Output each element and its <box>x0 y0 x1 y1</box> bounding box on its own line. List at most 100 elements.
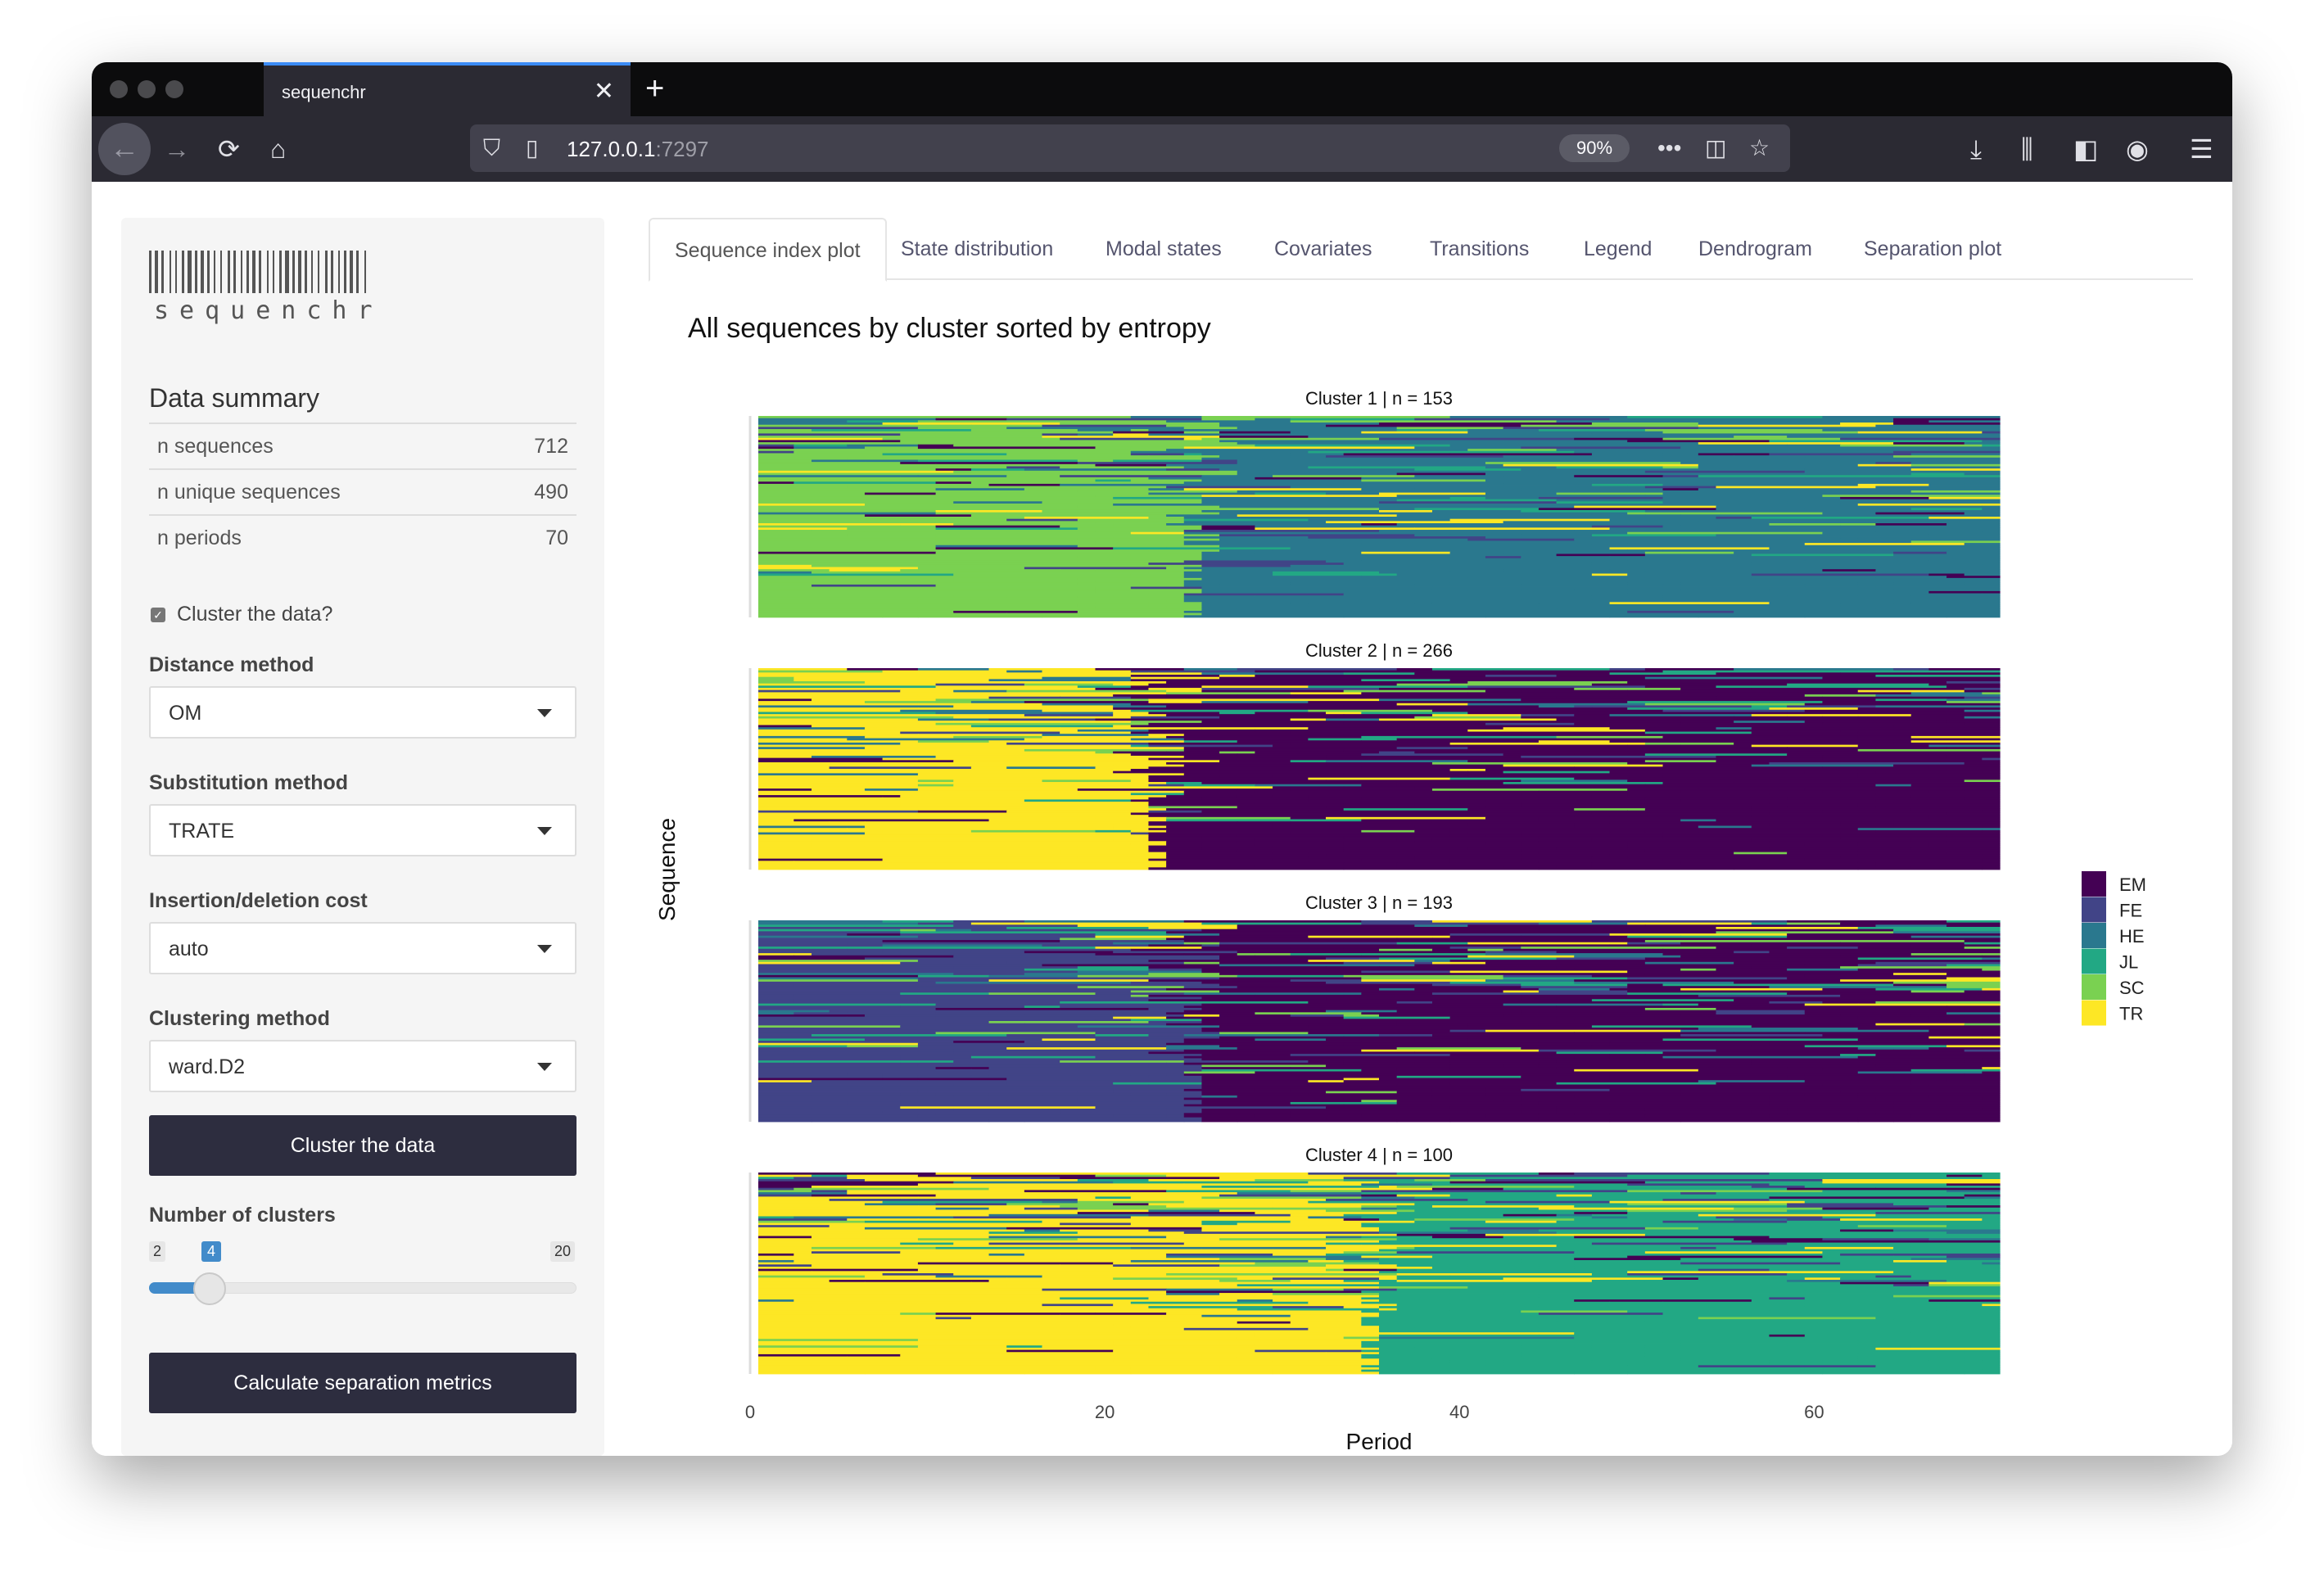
account-icon[interactable]: ◉ <box>2126 131 2149 167</box>
sequence-cell <box>1698 683 1788 686</box>
sequence-cell <box>1804 843 1859 846</box>
sequence-cell <box>1857 584 2001 587</box>
sequence-cell <box>1166 751 1220 754</box>
sequence-cell <box>1343 446 1415 450</box>
sequence-cell <box>758 849 866 852</box>
tab-state-distribution[interactable]: State distribution <box>876 218 1078 282</box>
sequence-cell <box>1343 689 1486 693</box>
clustering-method-select[interactable]: ward.D2 <box>149 1040 576 1092</box>
sequence-cell <box>1219 584 1415 587</box>
sequence-cell <box>1680 582 1859 585</box>
sequence-cell <box>1662 983 1788 987</box>
sequence-cell <box>935 981 1132 984</box>
sequence-cell <box>1361 819 1540 822</box>
url-bar[interactable]: ⛉ ▯ 127.0.0.1:7297 90% ••• ◫ ☆ <box>470 124 1790 172</box>
reload-icon[interactable]: ⟳ <box>218 131 240 167</box>
sequence-cell <box>758 731 901 734</box>
sequence-cell <box>988 1097 1078 1100</box>
sequence-cell <box>1556 1220 1664 1223</box>
tab-covariates[interactable]: Covariates <box>1250 218 1397 282</box>
sequence-cell <box>1042 692 1132 695</box>
sequence-cell <box>758 1327 812 1331</box>
new-tab-icon[interactable]: + <box>645 70 664 107</box>
tab-separation-plot[interactable]: Separation plot <box>1839 218 2026 282</box>
sequence-cell <box>1662 431 1859 434</box>
sequence-cell <box>1343 1273 1398 1277</box>
sequence-cell <box>829 740 919 743</box>
sequence-cell <box>1308 1113 1380 1116</box>
indel-cost-select[interactable]: auto <box>149 922 576 974</box>
distance-method-select[interactable]: OM <box>149 686 576 739</box>
sequence-cell <box>970 558 1132 561</box>
sequence-cell <box>1857 483 1929 486</box>
close-window-icon[interactable] <box>110 80 128 98</box>
minimize-window-icon[interactable] <box>138 80 156 98</box>
sequence-cell <box>1449 1323 1521 1326</box>
sequence-cell <box>864 589 901 592</box>
back-icon[interactable]: ← <box>98 123 151 175</box>
url-text[interactable]: 127.0.0.1:7297 <box>567 137 709 162</box>
sequence-cell <box>988 867 1150 870</box>
sequence-cell <box>1379 815 1575 818</box>
sequence-cell <box>1716 1021 1912 1024</box>
sequence-cell <box>1822 1360 1929 1364</box>
sequence-cell <box>1644 486 1717 489</box>
more-actions-icon[interactable]: ••• <box>1657 133 1681 164</box>
separation-metrics-button[interactable]: Calculate separation metrics <box>149 1353 576 1413</box>
sequence-cell <box>970 951 1025 954</box>
sequence-cell <box>1982 1280 2001 1283</box>
sequence-cell <box>1006 1082 1114 1085</box>
tab-legend[interactable]: Legend <box>1559 218 1676 282</box>
sequence-cell <box>1467 942 1628 945</box>
sequence-cell <box>1698 453 1770 456</box>
sequence-cell <box>1485 472 1664 476</box>
tab-sequence-index-plot[interactable]: Sequence index plot <box>649 218 887 282</box>
browser-tab[interactable]: sequenchr ✕ <box>264 62 631 116</box>
sequence-cell <box>1857 679 1929 682</box>
pocket-icon[interactable]: ◫ <box>1705 133 1726 164</box>
cluster-data-button[interactable]: Cluster the data <box>149 1115 576 1176</box>
sequence-cell <box>1095 1196 1132 1200</box>
sequence-cell <box>1255 499 1362 502</box>
close-tab-icon[interactable]: ✕ <box>594 77 614 106</box>
sequence-cell <box>1787 1323 1983 1326</box>
sequence-cell <box>1627 453 1699 456</box>
sequence-cell <box>811 1200 884 1204</box>
sequence-cell <box>1982 1097 2001 1100</box>
substitution-method-select[interactable]: TRATE <box>149 804 576 856</box>
sequence-cell <box>1201 996 1327 1000</box>
sequence-cell <box>1609 714 1752 717</box>
sequence-cell <box>953 1028 990 1031</box>
sequence-cell <box>1521 1097 1699 1100</box>
tab-dendrogram[interactable]: Dendrogram <box>1674 218 1837 282</box>
shield-icon[interactable]: ⛉ <box>483 133 500 164</box>
zoom-level[interactable]: 90% <box>1559 134 1630 162</box>
library-icon[interactable]: ⫼ <box>2021 131 2033 167</box>
cluster-checkbox-row[interactable]: ✓ Cluster the data? <box>151 603 332 626</box>
sequence-cell <box>1769 1258 1912 1261</box>
sequence-cell <box>758 1100 954 1103</box>
download-icon[interactable]: ⤓ <box>1970 131 1982 167</box>
sequence-cell <box>1148 847 1203 851</box>
forward-icon[interactable]: → <box>164 131 190 167</box>
maximize-window-icon[interactable] <box>165 80 183 98</box>
sequence-cell <box>1822 701 1947 704</box>
sequence-cell <box>1857 716 1965 719</box>
slider-handle[interactable] <box>193 1272 226 1305</box>
sequence-cell <box>953 1029 1114 1033</box>
home-icon[interactable]: ⌂ <box>270 131 286 167</box>
sidebar-icon[interactable]: ◧ <box>2073 131 2098 167</box>
sequence-cell <box>1910 1327 2001 1331</box>
sequence-cell <box>1893 668 1929 671</box>
sequence-cell <box>1716 1041 1859 1044</box>
sequence-cell <box>953 1108 1043 1112</box>
cluster-checkbox[interactable]: ✓ <box>151 607 165 622</box>
sequence-cell <box>1379 1358 1433 1362</box>
sequence-cell <box>1591 534 1717 537</box>
tab-modal-states[interactable]: Modal states <box>1081 218 1246 282</box>
sequence-cell <box>1449 496 1486 499</box>
bookmark-star-icon[interactable]: ☆ <box>1749 133 1770 164</box>
sequence-cell <box>1024 832 1060 835</box>
tab-transitions[interactable]: Transitions <box>1405 218 1553 282</box>
menu-icon[interactable]: ☰ <box>2190 131 2213 167</box>
